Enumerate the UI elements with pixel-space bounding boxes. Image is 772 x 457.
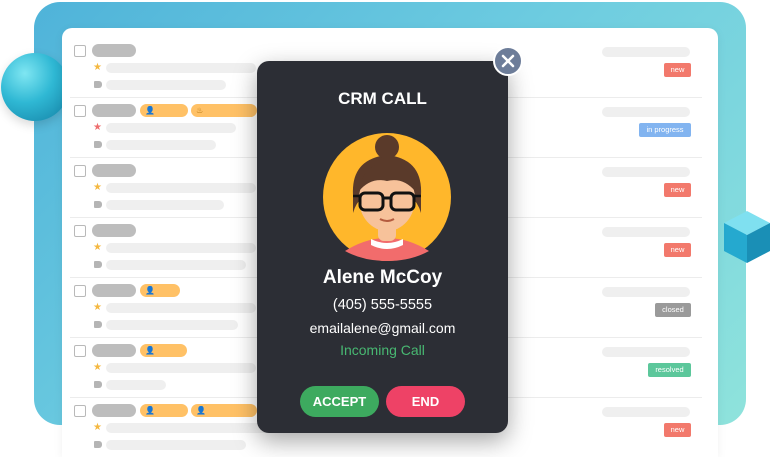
call-overlay: CRM CALL Alene McCoy (405) 555-5555 emai… [0, 0, 772, 457]
accept-call-button[interactable]: ACCEPT [300, 386, 379, 417]
crm-call-dialog: CRM CALL Alene McCoy (405) 555-5555 emai… [257, 61, 508, 433]
caller-avatar [323, 133, 451, 261]
call-status: Incoming Call [340, 342, 425, 358]
caller-email: emailalene@gmail.com [309, 320, 456, 336]
end-call-button[interactable]: END [386, 386, 465, 417]
close-button[interactable] [493, 46, 523, 76]
dialog-title: CRM CALL [338, 89, 427, 108]
caller-phone: (405) 555-5555 [332, 297, 433, 313]
close-icon [501, 54, 515, 68]
caller-name: Alene McCoy [322, 267, 443, 288]
